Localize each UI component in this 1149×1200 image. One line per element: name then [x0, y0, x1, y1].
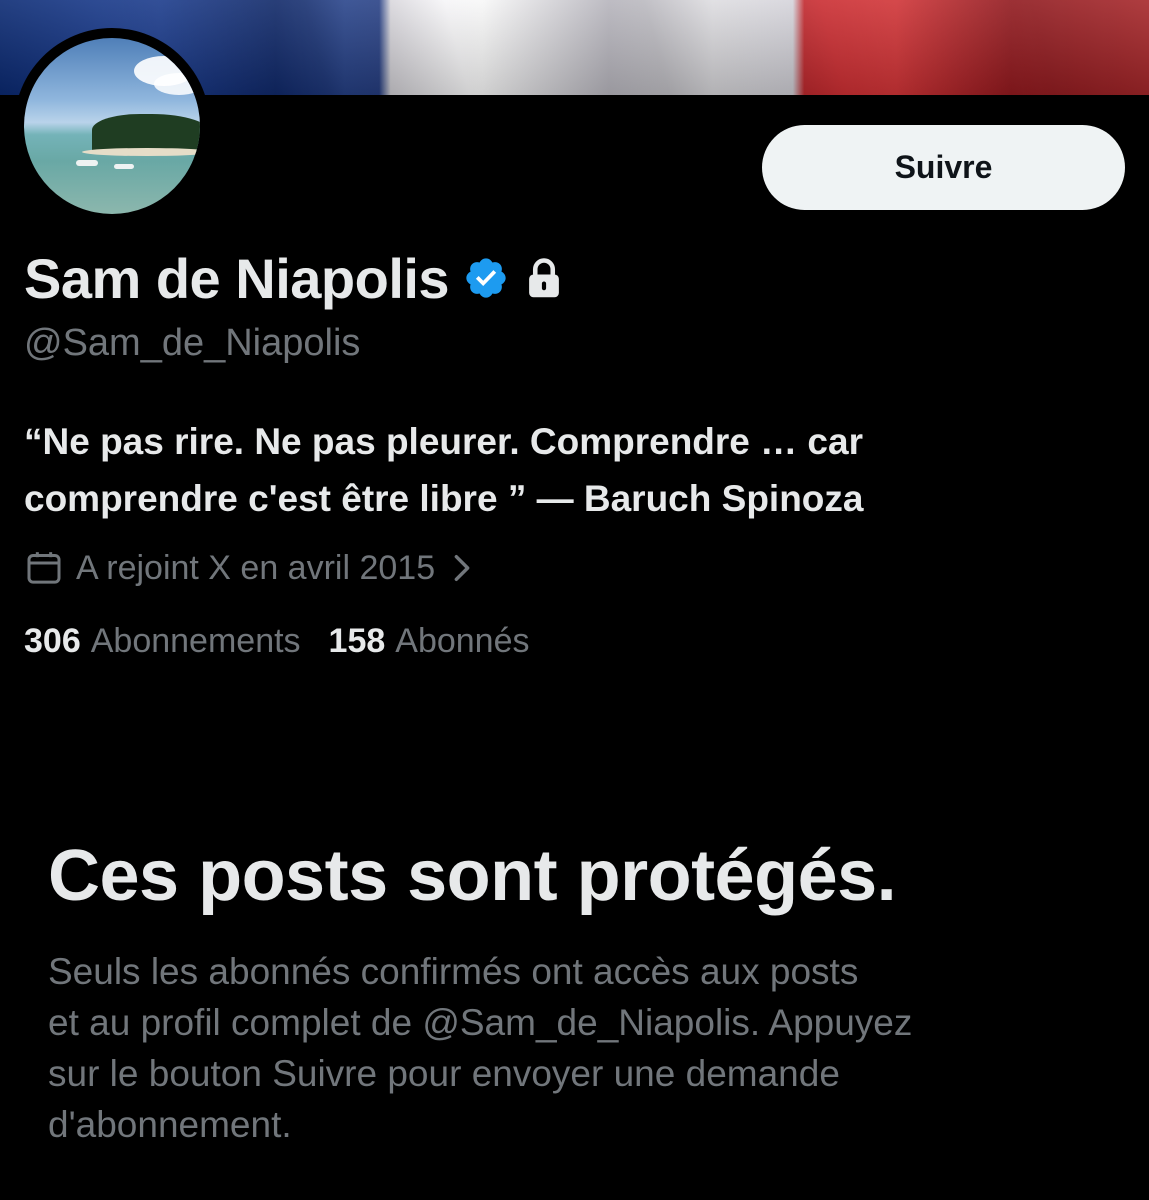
protected-message-line: Seuls les abonnés confirmés ont accès au…	[48, 951, 859, 992]
followers-label: Abonnés	[395, 622, 530, 660]
joined-date-text: A rejoint X en avril 2015	[76, 548, 436, 587]
protected-posts-message: Seuls les abonnés confirmés ont accès au…	[48, 946, 1128, 1150]
calendar-icon	[24, 548, 64, 588]
bio-line: comprendre c'est être libre ” — Baruch S…	[24, 478, 864, 519]
following-label: Abonnements	[90, 622, 301, 660]
followers-count: 158	[328, 622, 386, 660]
following-stat-link[interactable]: 306 Abonnements	[24, 622, 301, 661]
avatar-photo	[24, 38, 200, 214]
verified-badge-icon[interactable]	[463, 255, 509, 301]
following-count: 306	[24, 622, 81, 660]
display-name: Sam de Niapolis	[24, 246, 450, 310]
bio-line: “Ne pas rire. Ne pas pleurer. Comprendre…	[24, 421, 863, 462]
protected-message-line: et au profil complet de @Sam_de_Niapolis…	[48, 1002, 913, 1043]
lock-icon	[523, 255, 565, 301]
joined-date-row[interactable]: A rejoint X en avril 2015	[24, 544, 475, 592]
profile-handle: @Sam_de_Niapolis	[24, 322, 361, 364]
follow-stats: 306 Abonnements 158 Abonnés	[24, 622, 558, 661]
protected-message-line: sur le bouton Suivre pour envoyer une de…	[48, 1053, 840, 1094]
profile-bio: “Ne pas rire. Ne pas pleurer. Comprendre…	[24, 413, 1124, 527]
protected-message-line: d'abonnement.	[48, 1104, 292, 1145]
follow-button[interactable]: Suivre	[762, 125, 1125, 210]
profile-name-row: Sam de Niapolis	[24, 242, 565, 314]
avatar[interactable]	[14, 28, 210, 224]
followers-stat-link[interactable]: 158 Abonnés	[329, 622, 530, 661]
protected-posts-title: Ces posts sont protégés.	[48, 836, 897, 916]
chevron-right-icon	[449, 551, 475, 585]
